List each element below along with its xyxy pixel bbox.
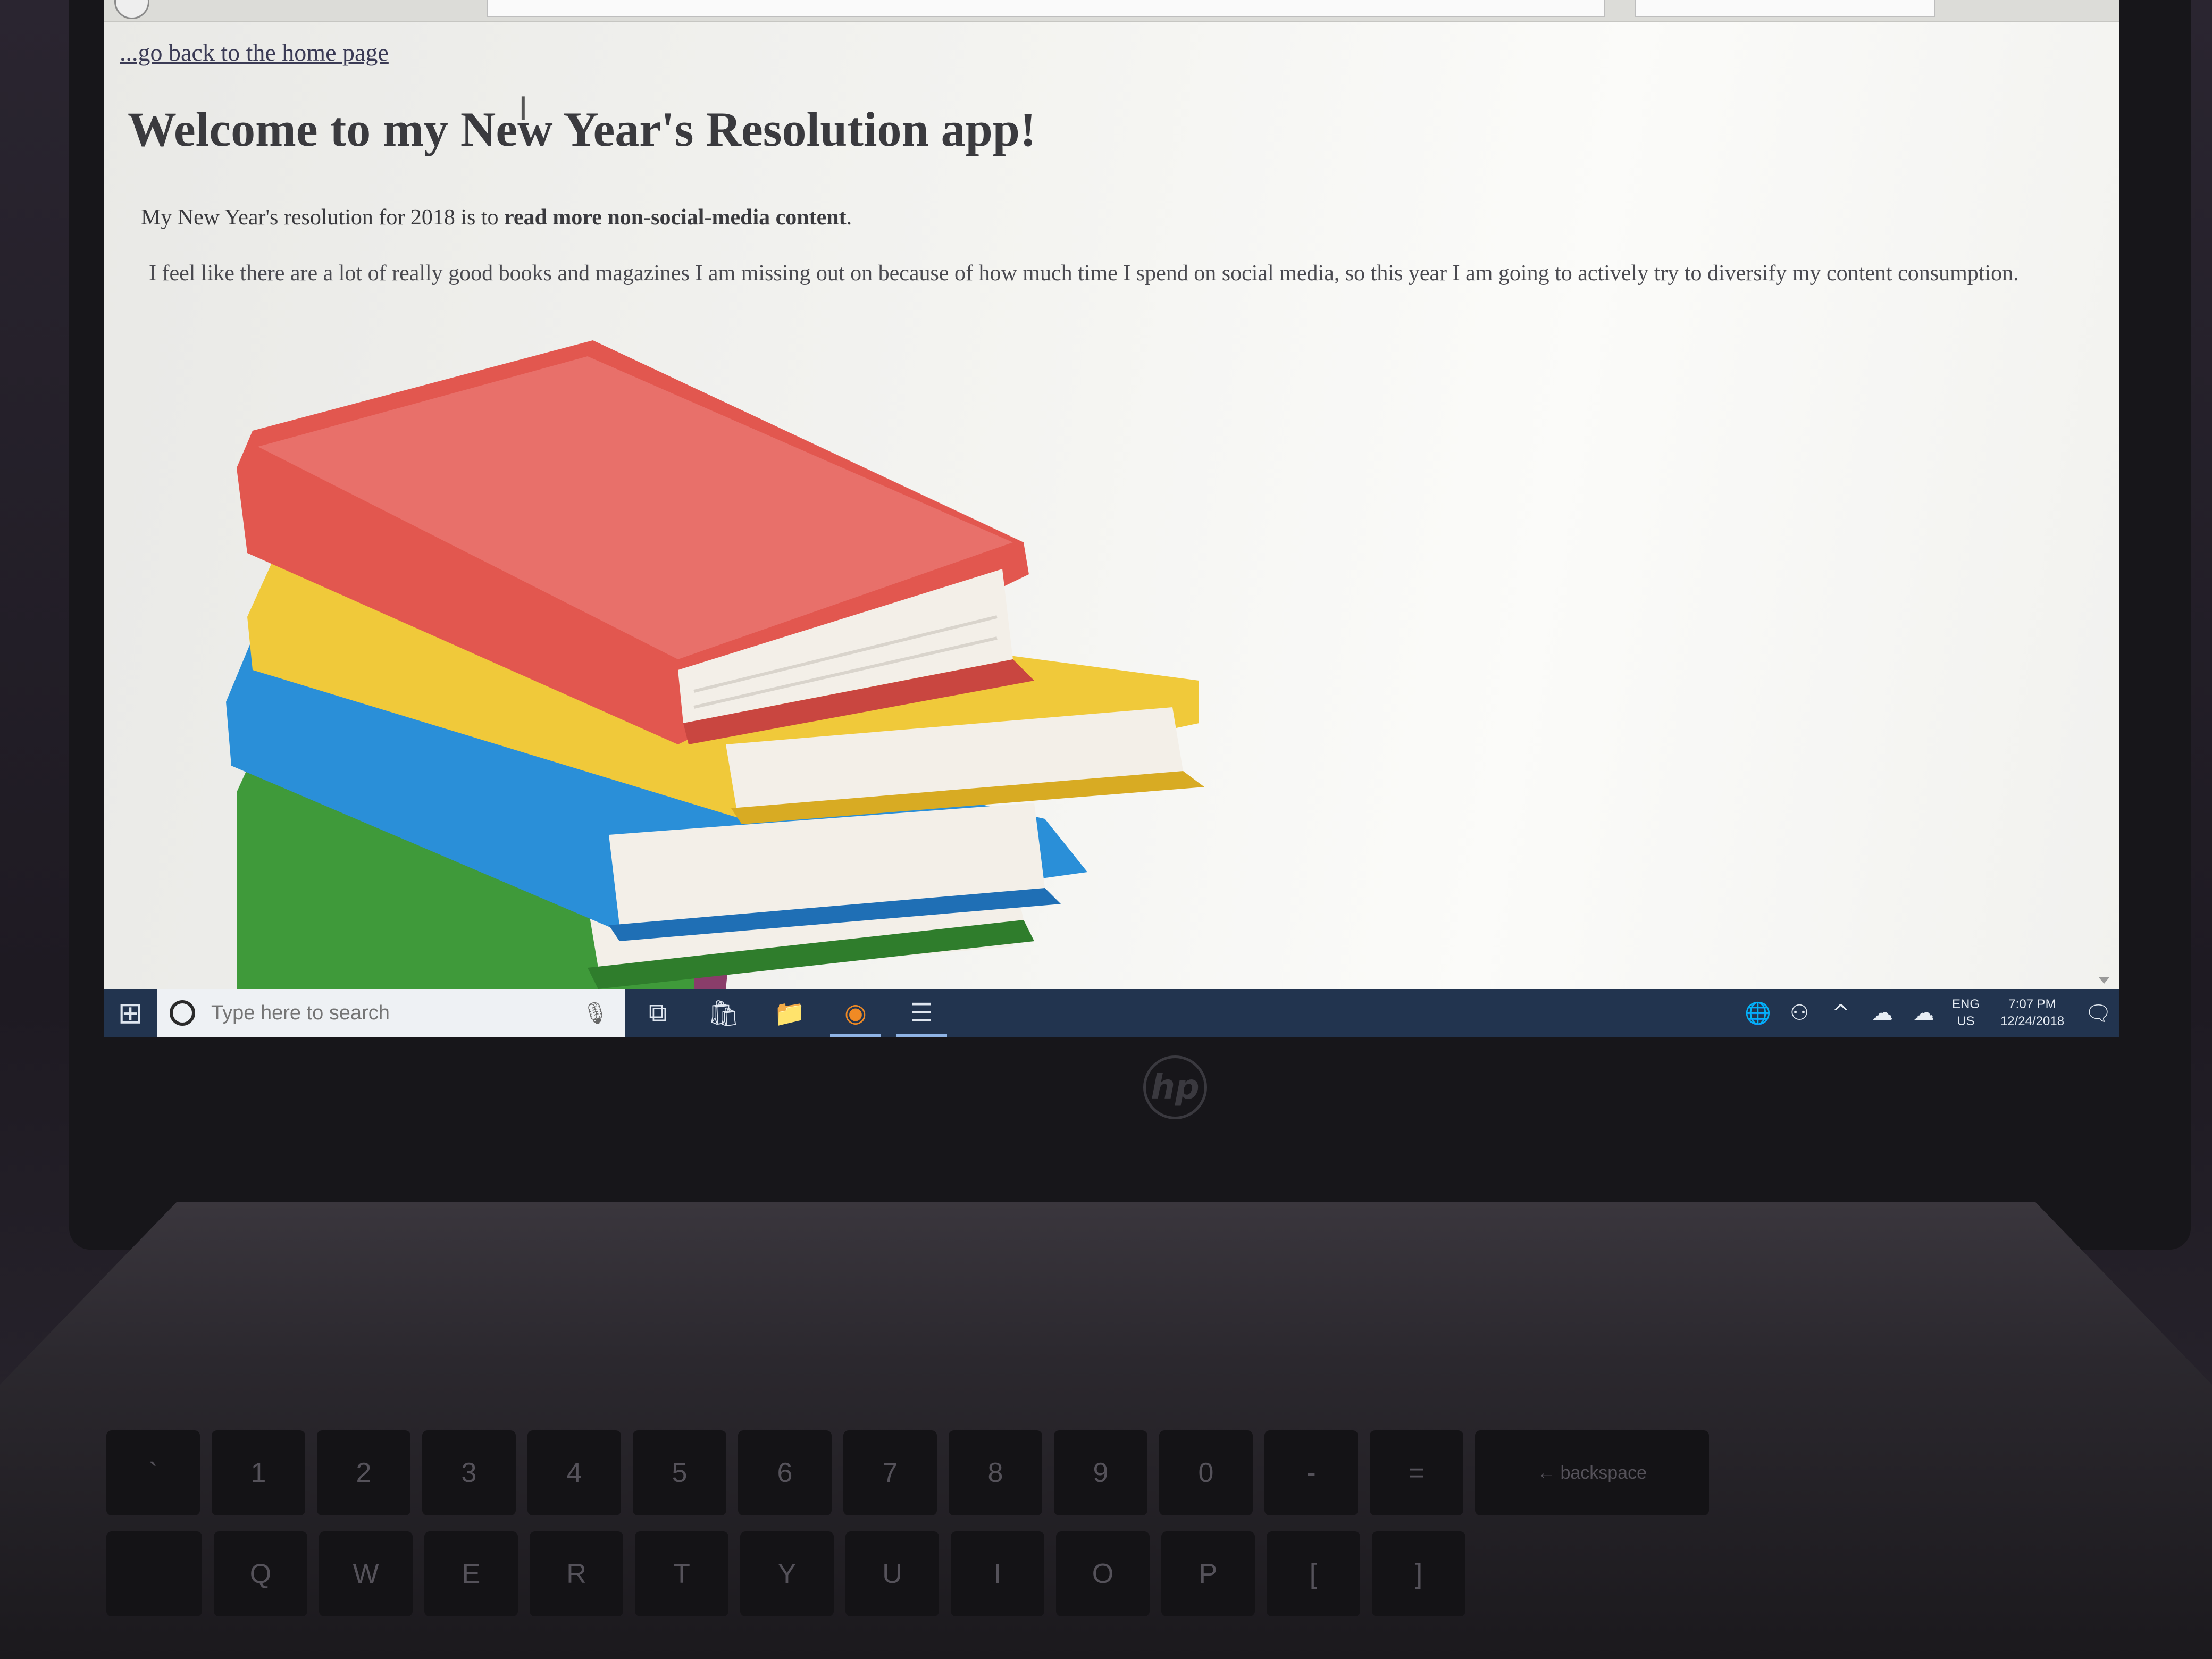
action-center-icon[interactable]: 🗨 [2077,1001,2119,1026]
keyboard-key[interactable]: [ [1267,1531,1360,1616]
resolution-suffix: . [846,205,852,230]
task-view-icon[interactable]: ⧉ [625,989,691,1037]
taskbar-search-box[interactable]: 🎙 [157,989,625,1037]
web-page: ...go back to the home page I Welcome to… [104,21,2119,989]
keyboard-key[interactable]: 1 [212,1430,305,1515]
keyboard-key[interactable] [106,1531,202,1616]
pinned-app-glyph: ☰ [910,999,933,1027]
taskbar-search-input[interactable] [210,1001,552,1025]
hp-logo: hp [1143,1055,1207,1119]
keyboard-key[interactable]: I [951,1531,1044,1616]
resolution-highlight: read more non-social-media content [504,205,847,230]
keyboard-key[interactable]: W [319,1531,413,1616]
number-key-row: ` 1 2 3 4 5 6 7 8 9 0- = ← backspace [106,1430,1709,1515]
store-glyph: 🛍 [707,999,740,1028]
system-tray: 🌐 ⚇ ^ ☁ ☁ ENG US 7:07 PM 12/24/2018 🗨 [1737,989,2119,1037]
network-globe-icon[interactable]: 🌐 [1737,1001,1779,1026]
keyboard-key[interactable]: - [1264,1430,1358,1515]
cloud-sync-icon[interactable]: ☁ [1903,1001,1945,1025]
keyboard-key[interactable]: 6 [738,1430,832,1515]
laptop-screen: ...go back to the home page I Welcome to… [104,0,2119,1037]
firefox-glyph: ◉ [844,999,867,1027]
keyboard: ` 1 2 3 4 5 6 7 8 9 0- = ← backspace Q W E R T Y U I O P[] [106,1409,2212,1659]
keyboard-key[interactable]: 4 [527,1430,621,1515]
keyboard-key[interactable]: 7 [843,1430,937,1515]
keyboard-key[interactable]: R [530,1531,623,1616]
windows-logo-icon: ⊞ [118,996,143,1029]
keyboard-key[interactable]: 5 [633,1430,726,1515]
store-icon[interactable]: 🛍 [691,989,757,1037]
keyboard-key[interactable]: U [845,1531,939,1616]
region-code: US [1957,1014,1975,1028]
input-language[interactable]: ENG US [1945,996,1987,1030]
file-explorer-icon[interactable]: 📁 [757,989,823,1037]
keyboard-key[interactable]: ` [106,1430,200,1515]
keyboard-key[interactable]: ← backspace [1475,1430,1709,1515]
page-title: Welcome to my New Year's Resolution app! [128,102,1036,156]
people-icon[interactable]: ⚇ [1779,1001,1820,1025]
keyboard-key[interactable]: O [1056,1531,1150,1616]
keyboard-key[interactable]: 8 [949,1430,1042,1515]
keyboard-key[interactable]: Q [214,1531,307,1616]
chevron-up-icon[interactable]: ^ [1820,1001,1862,1025]
book-stack-image [226,340,1204,989]
keyboard-key[interactable]: T [635,1531,728,1616]
task-view-glyph: ⧉ [648,999,667,1027]
letter-key-row: Q W E R T Y U I O P[] [106,1531,1465,1616]
keyboard-key[interactable]: 3 [422,1430,516,1515]
language-code: ENG [1951,997,1980,1011]
keyboard-key[interactable]: ] [1372,1531,1465,1616]
clock-date: 12/24/2018 [2000,1014,2065,1028]
keyboard-key[interactable]: 0 [1159,1430,1253,1515]
keyboard-key[interactable]: 2 [317,1430,410,1515]
clock-time: 7:07 PM [2008,997,2056,1011]
address-bar[interactable] [487,0,1605,17]
file-explorer-glyph: 📁 [774,999,806,1028]
resolution-statement: My New Year's resolution for 2018 is to … [141,205,852,230]
home-page-link[interactable]: ...go back to the home page [120,38,389,66]
cortana-icon [170,1000,195,1026]
keyboard-key[interactable]: Y [740,1531,834,1616]
scroll-down-arrow-icon[interactable] [2099,977,2109,984]
back-button[interactable] [114,0,149,19]
start-button[interactable]: ⊞ [104,989,157,1037]
keyboard-key[interactable]: P [1161,1531,1255,1616]
clock[interactable]: 7:07 PM 12/24/2018 [1987,996,2077,1030]
windows-taskbar: ⊞ 🎙 ⧉ 🛍 📁 ◉ ☰ 🌐 ⚇ ^ ☁ ☁ ENG US 7:07 PM 1… [104,989,2119,1037]
onedrive-icon[interactable]: ☁ [1862,1001,1903,1025]
keyboard-key[interactable]: 9 [1054,1430,1147,1515]
browser-toolbar [104,0,2119,22]
explanation-paragraph: I feel like there are a lot of really go… [149,261,2019,286]
browser-search-bar[interactable] [1635,0,1935,17]
pinned-app-icon[interactable]: ☰ [889,989,954,1037]
keyboard-key[interactable]: E [424,1531,518,1616]
keyboard-key[interactable]: = [1370,1430,1463,1515]
firefox-icon[interactable]: ◉ [823,989,889,1037]
microphone-icon[interactable]: 🎙 [582,1001,609,1026]
resolution-prefix: My New Year's resolution for 2018 is to [141,205,505,230]
